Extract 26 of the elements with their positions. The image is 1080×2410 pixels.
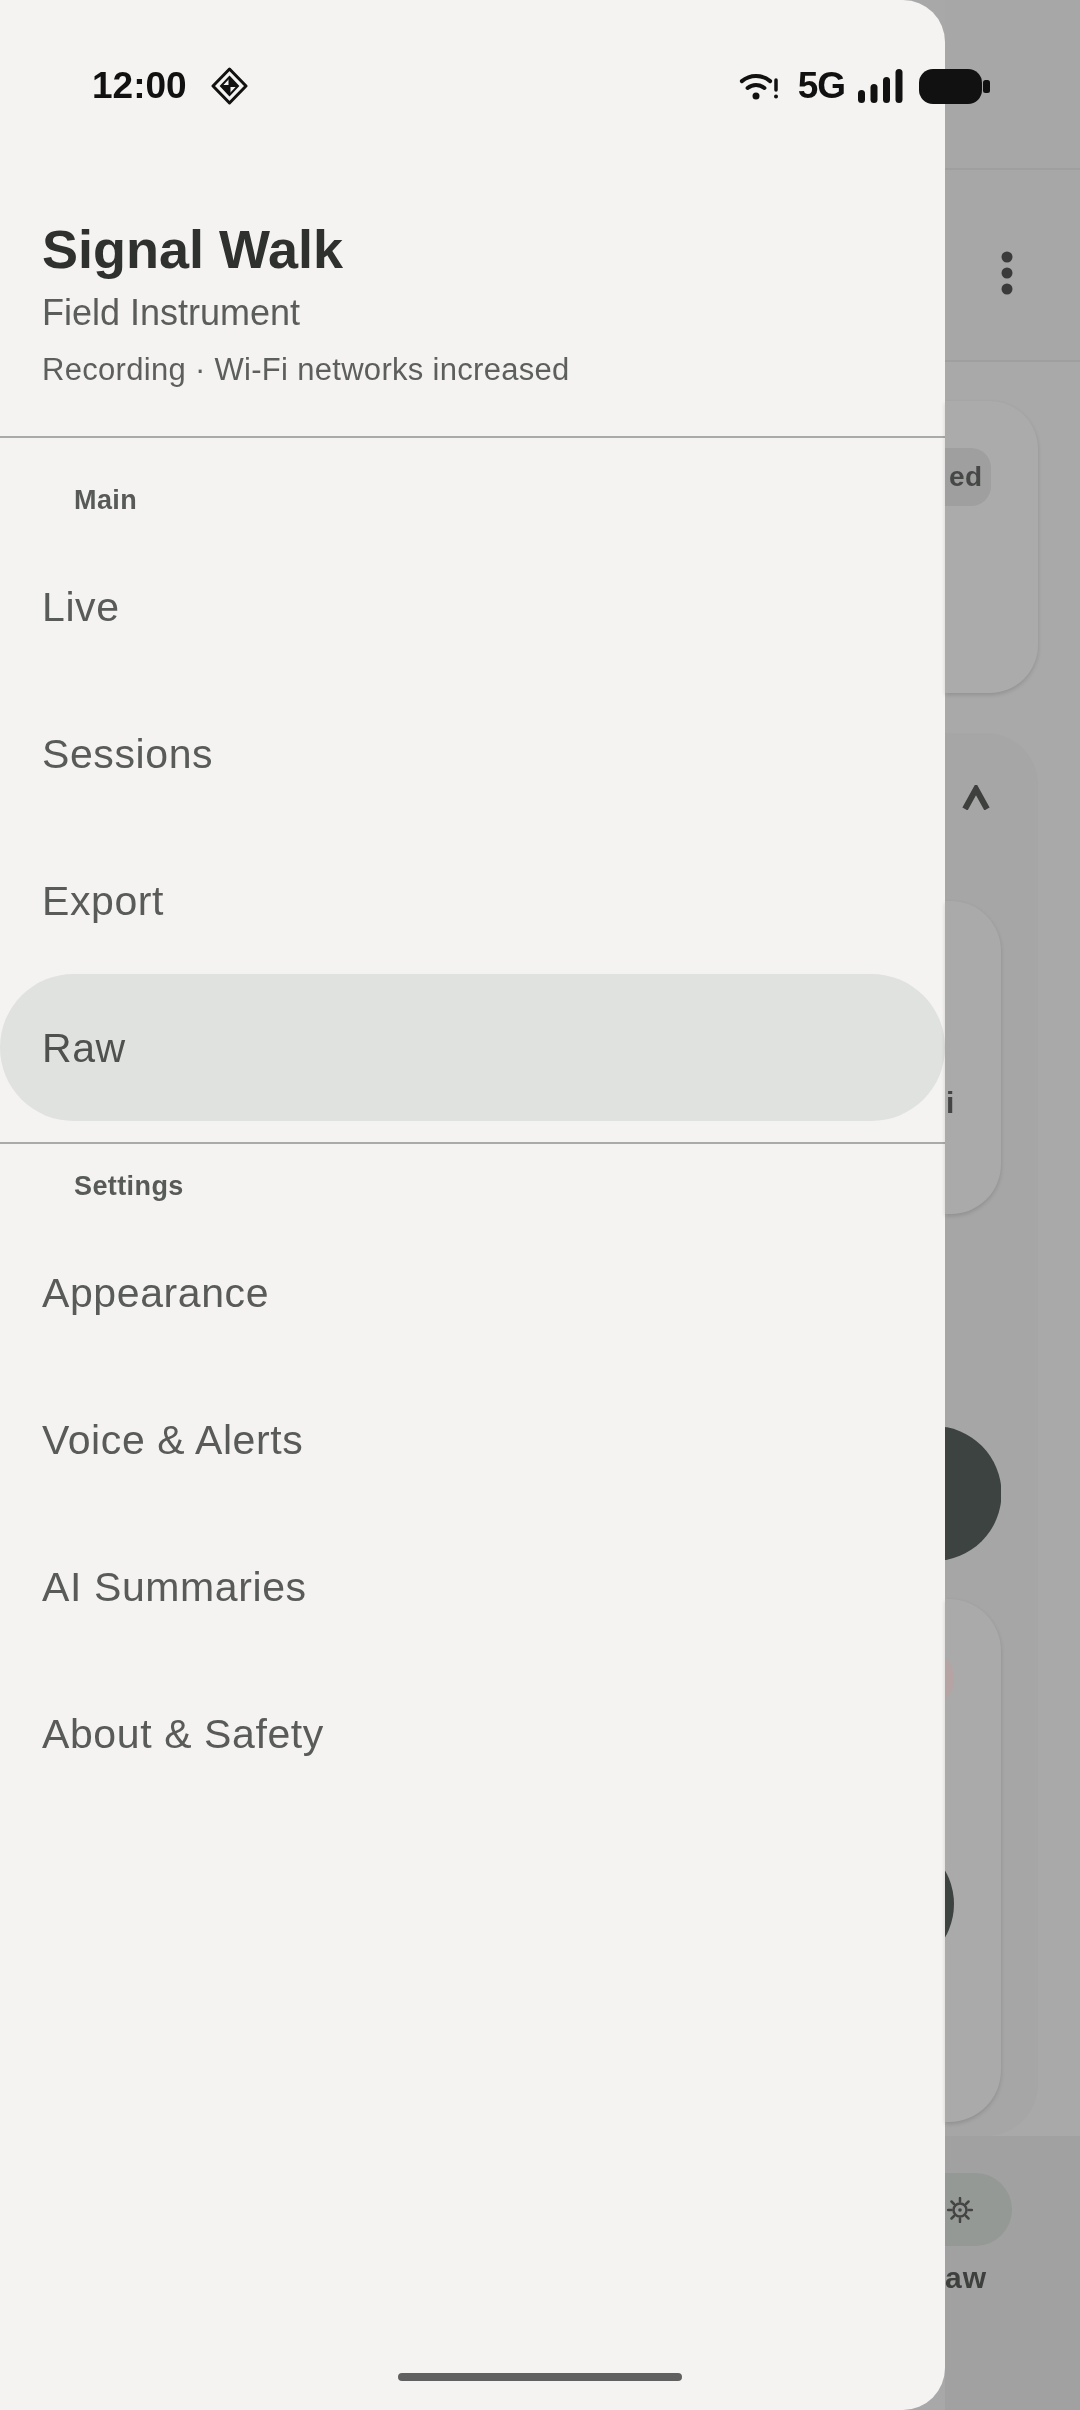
gear-icon bbox=[947, 2196, 973, 2223]
nav-label: aw bbox=[945, 2260, 988, 2296]
drawer-subtitle: Field Instrument bbox=[42, 291, 301, 335]
nav-item[interactable]: About & Safety bbox=[0, 1660, 945, 1807]
chevron-up-icon bbox=[962, 785, 990, 810]
nav-item[interactable]: AI Summaries bbox=[0, 1513, 945, 1660]
round-button[interactable] bbox=[945, 1870, 954, 1938]
more-icon bbox=[1001, 251, 1013, 295]
wifi-icon bbox=[738, 71, 779, 101]
nav-item[interactable]: Appearance bbox=[0, 1219, 945, 1366]
section-heading: Main bbox=[74, 484, 138, 517]
section-heading: Settings bbox=[74, 1170, 184, 1203]
drawer-title: Signal Walk bbox=[42, 218, 344, 281]
network-type: 5G bbox=[797, 64, 845, 108]
diamond-icon bbox=[210, 67, 248, 105]
nav-item[interactable]: Live bbox=[0, 533, 945, 680]
card-text: i bbox=[946, 1085, 955, 1121]
nav-item[interactable]: Raw bbox=[0, 974, 945, 1121]
round-button[interactable] bbox=[945, 1426, 1001, 1561]
recording-status: Recording · Wi-Fi networks increased bbox=[42, 351, 570, 389]
signal-icon bbox=[858, 69, 903, 103]
nav-item[interactable]: Export bbox=[0, 827, 945, 974]
status-time: 12:00 bbox=[92, 64, 187, 108]
status-chip: ed bbox=[945, 448, 991, 506]
nav-item[interactable]: Voice & Alerts bbox=[0, 1366, 945, 1513]
nav-item[interactable]: Sessions bbox=[0, 680, 945, 827]
